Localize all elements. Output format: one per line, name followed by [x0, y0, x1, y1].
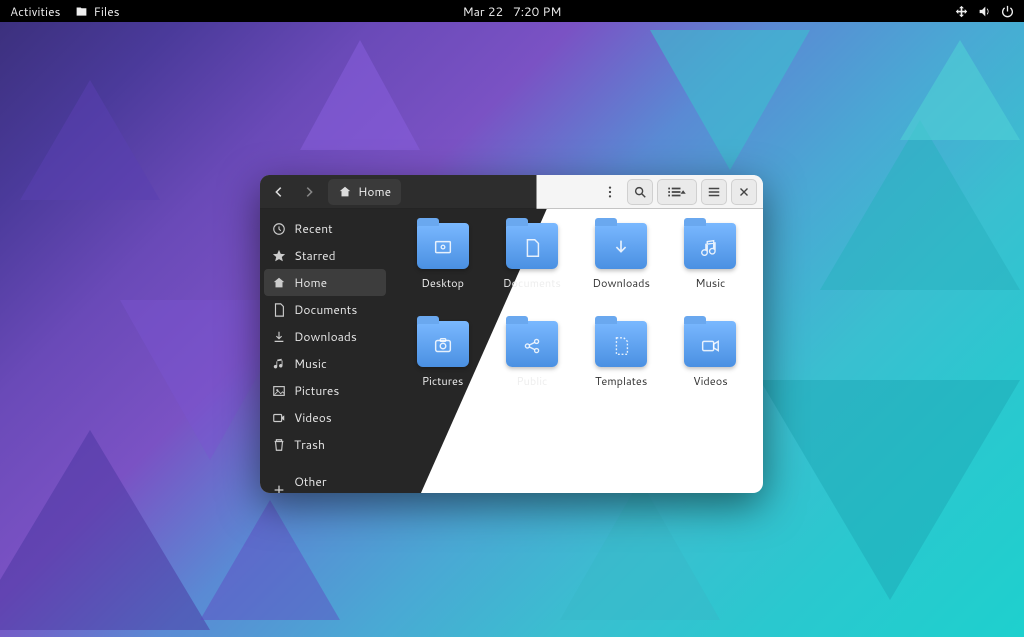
folder-label: Downloads	[592, 275, 650, 291]
chevron-left-icon	[272, 185, 286, 199]
video-icon	[272, 411, 286, 425]
view-toggle-button[interactable]	[657, 179, 697, 205]
sidebar-item-label: Documents	[294, 301, 357, 318]
wallpaper-triangle	[20, 80, 160, 200]
sidebar-item-starred[interactable]: Starred	[260, 242, 390, 269]
sidebar-item-label: Trash	[294, 436, 325, 453]
folder-icon	[595, 223, 647, 269]
wallpaper-triangle	[760, 380, 1020, 600]
kebab-menu-button[interactable]	[597, 179, 623, 205]
hamburger-icon	[707, 185, 721, 199]
folder-label: Pictures	[422, 373, 464, 389]
sidebar-item-videos[interactable]: Videos	[260, 404, 390, 431]
sidebar-item-recent[interactable]: Recent	[260, 215, 390, 242]
download-icon	[272, 330, 286, 344]
back-button[interactable]	[266, 179, 292, 205]
pathbar-label: Home	[358, 183, 391, 200]
power-icon[interactable]	[1001, 5, 1014, 18]
folder-label: Desktop	[421, 275, 464, 291]
folder-videos[interactable]: Videos	[668, 321, 753, 413]
wallpaper-triangle	[300, 40, 420, 150]
sidebar-item-other-locations[interactable]: Other Locations	[260, 468, 390, 493]
search-button[interactable]	[627, 179, 653, 205]
folder-pictures[interactable]: Pictures	[400, 321, 485, 413]
files-window: Home Recent	[260, 175, 763, 493]
sidebar-item-music[interactable]: Music	[260, 350, 390, 377]
music-icon	[272, 357, 286, 371]
clock-icon	[272, 222, 286, 236]
search-icon	[633, 185, 647, 199]
activities-button[interactable]: Activities	[10, 3, 61, 20]
sidebar-item-documents[interactable]: Documents	[260, 296, 390, 323]
date-label: Mar 22	[463, 3, 504, 20]
folder-icon	[684, 321, 736, 367]
sidebar-item-downloads[interactable]: Downloads	[260, 323, 390, 350]
clock-area[interactable]: Mar 22 7:20 PM	[463, 3, 562, 20]
sidebar-item-label: Starred	[294, 247, 336, 264]
sidebar-item-label: Other Locations	[294, 473, 378, 493]
kebab-icon	[603, 185, 617, 199]
close-button[interactable]	[731, 179, 757, 205]
sidebar-item-pictures[interactable]: Pictures	[260, 377, 390, 404]
picture-icon	[272, 384, 286, 398]
folder-icon	[595, 321, 647, 367]
wallpaper-triangle	[560, 480, 720, 620]
sidebar-item-label: Recent	[294, 220, 333, 237]
document-icon	[272, 303, 286, 317]
top-panel: Activities Files Mar 22 7:20 PM	[0, 0, 1024, 22]
home-icon	[338, 185, 352, 199]
wallpaper-triangle	[820, 120, 1020, 290]
folder-grid: Desktop Documents Downloads Music Pictur…	[390, 209, 763, 493]
folder-icon	[506, 321, 558, 367]
chevron-right-icon	[302, 185, 316, 199]
folder-icon	[417, 321, 469, 367]
hamburger-menu-button[interactable]	[701, 179, 727, 205]
sidebar-item-label: Downloads	[294, 328, 357, 345]
wallpaper-triangle	[0, 430, 210, 630]
sidebar-item-home[interactable]: Home	[264, 269, 386, 296]
folder-music[interactable]: Music	[668, 223, 753, 315]
time-label: 7:20 PM	[513, 3, 561, 20]
desktop: Activities Files Mar 22 7:20 PM	[0, 0, 1024, 637]
folder-desktop[interactable]: Desktop	[400, 223, 485, 315]
sidebar-item-trash[interactable]: Trash	[260, 431, 390, 458]
sidebar-item-label: Music	[294, 355, 327, 372]
folder-label: Videos	[693, 373, 728, 389]
folder-public[interactable]: Public	[489, 321, 574, 413]
plus-icon	[272, 483, 286, 493]
list-view-icon	[666, 185, 688, 199]
files-app-icon	[75, 5, 88, 18]
folder-label: Documents	[503, 275, 561, 291]
star-icon	[272, 249, 286, 263]
folder-documents[interactable]: Documents	[489, 223, 574, 315]
folder-label: Templates	[595, 373, 647, 389]
wallpaper-triangle	[900, 40, 1020, 140]
trash-icon	[272, 438, 286, 452]
pathbar[interactable]: Home	[328, 179, 401, 205]
headerbar: Home	[260, 175, 763, 209]
folder-icon	[684, 223, 736, 269]
app-menu[interactable]: Files	[75, 3, 120, 20]
folder-label: Music	[695, 275, 725, 291]
sidebar: Recent Starred Home Documents Downloads …	[260, 209, 390, 493]
folder-templates[interactable]: Templates	[579, 321, 664, 413]
folder-icon	[506, 223, 558, 269]
close-icon	[737, 185, 751, 199]
sidebar-item-label: Videos	[294, 409, 332, 426]
forward-button[interactable]	[296, 179, 322, 205]
wallpaper-triangle	[200, 500, 340, 620]
wallpaper-triangle	[650, 30, 810, 170]
folder-label: Public	[516, 373, 547, 389]
network-icon[interactable]	[955, 5, 968, 18]
volume-icon[interactable]	[978, 5, 991, 18]
sidebar-item-label: Pictures	[294, 382, 339, 399]
home-icon	[272, 276, 286, 290]
folder-downloads[interactable]: Downloads	[579, 223, 664, 315]
app-menu-label: Files	[94, 3, 120, 20]
folder-icon	[417, 223, 469, 269]
sidebar-item-label: Home	[294, 274, 327, 291]
